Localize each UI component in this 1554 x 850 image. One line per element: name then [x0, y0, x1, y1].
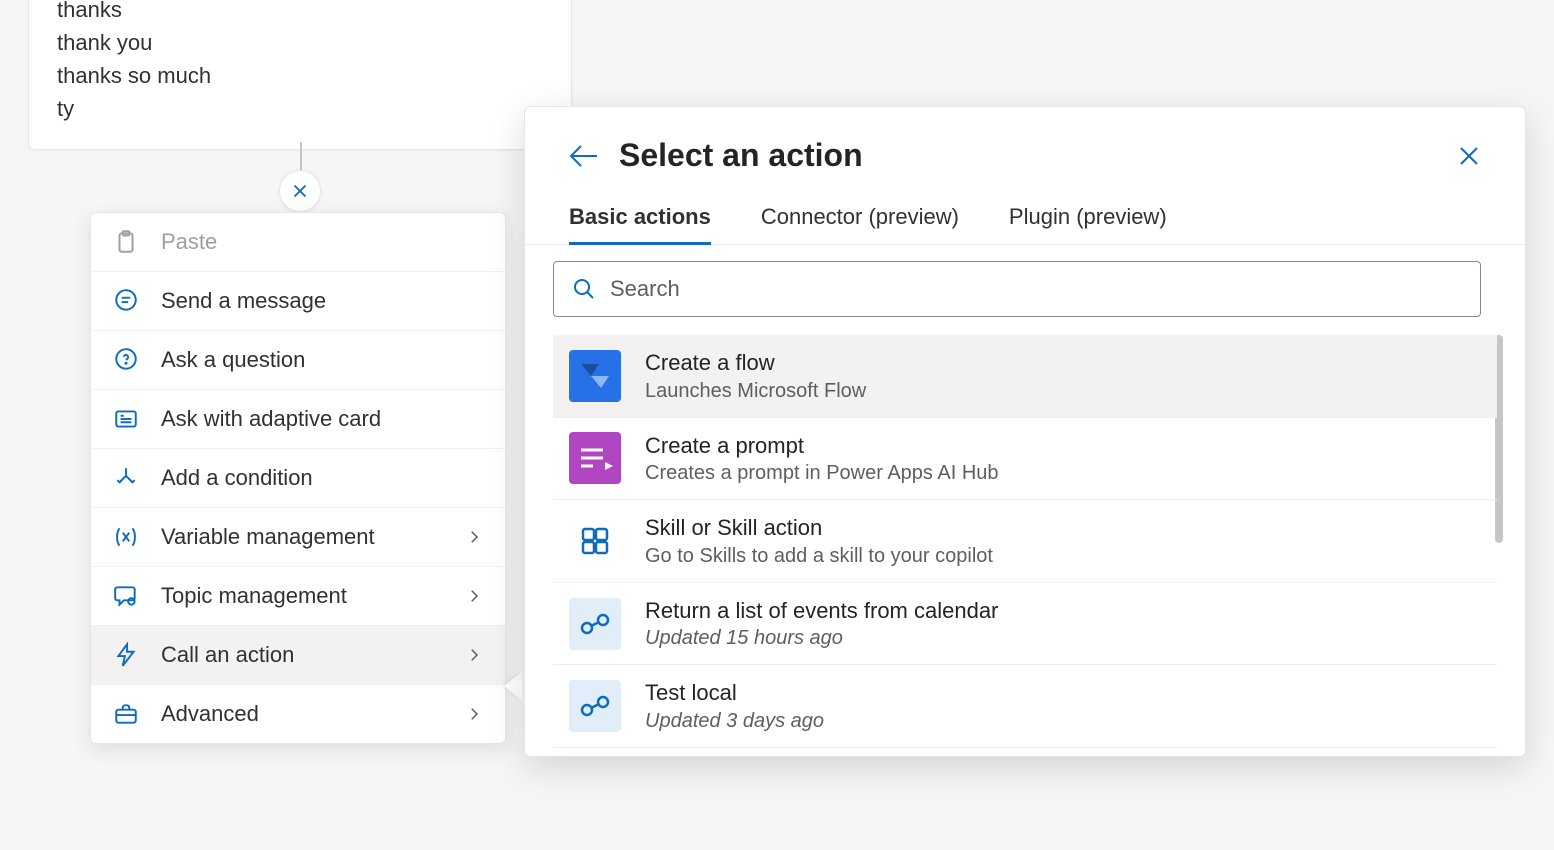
menu-item-call-action[interactable]: Call an action	[91, 626, 505, 685]
close-icon	[289, 180, 311, 202]
menu-item-variable-mgmt[interactable]: Variable management	[91, 508, 505, 567]
arrow-left-icon	[569, 144, 599, 168]
menu-item-add-condition[interactable]: Add a condition	[91, 449, 505, 508]
search-box[interactable]	[553, 261, 1481, 317]
action-create-prompt[interactable]: Create a prompt Creates a prompt in Powe…	[553, 418, 1497, 501]
back-button[interactable]	[569, 144, 599, 168]
flyout-pointer	[504, 672, 522, 700]
action-title: Create a flow	[645, 349, 866, 378]
chevron-right-icon	[465, 528, 483, 546]
menu-item-label: Send a message	[161, 288, 483, 314]
branch-icon	[113, 465, 139, 491]
close-icon	[1457, 144, 1481, 168]
flow-icon	[569, 350, 621, 402]
menu-item-label: Topic management	[161, 583, 465, 609]
clipboard-icon	[113, 229, 139, 255]
skill-icon	[569, 515, 621, 567]
gear-chat-icon	[113, 583, 139, 609]
action-create-flow[interactable]: Create a flow Launches Microsoft Flow	[553, 335, 1497, 418]
action-calendar-events[interactable]: Return a list of events from calendar Up…	[553, 583, 1497, 666]
menu-item-send-message[interactable]: Send a message	[91, 272, 505, 331]
chevron-right-icon	[465, 587, 483, 605]
chat-icon	[113, 288, 139, 314]
action-title: Skill or Skill action	[645, 514, 993, 543]
tab-plugin[interactable]: Plugin (preview)	[1009, 204, 1167, 244]
action-title: Return a list of events from calendar	[645, 597, 998, 626]
bolt-icon	[113, 642, 139, 668]
search-input[interactable]	[610, 276, 1462, 302]
chevron-right-icon	[465, 705, 483, 723]
menu-item-paste: Paste	[91, 213, 505, 272]
add-node-button[interactable]	[279, 170, 321, 212]
tab-connector[interactable]: Connector (preview)	[761, 204, 959, 244]
action-subtitle: Launches Microsoft Flow	[645, 380, 866, 403]
variable-icon	[113, 524, 139, 550]
menu-item-label: Advanced	[161, 701, 465, 727]
action-list: Create a flow Launches Microsoft Flow Cr…	[553, 335, 1497, 748]
panel-tabs: Basic actions Connector (preview) Plugin…	[525, 184, 1525, 245]
menu-item-label: Add a condition	[161, 465, 483, 491]
menu-item-topic-mgmt[interactable]: Topic management	[91, 567, 505, 626]
flow-small-icon	[569, 680, 621, 732]
action-subtitle: Go to Skills to add a skill to your copi…	[645, 545, 993, 568]
menu-item-ask-question[interactable]: Ask a question	[91, 331, 505, 390]
trigger-phrase: ty	[57, 92, 543, 125]
panel-title: Select an action	[619, 137, 863, 174]
trigger-phrase: thanks so much	[57, 59, 543, 92]
trigger-phrase: thank you	[57, 26, 543, 59]
menu-item-ask-adaptive[interactable]: Ask with adaptive card	[91, 390, 505, 449]
action-subtitle: Creates a prompt in Power Apps AI Hub	[645, 462, 999, 485]
menu-item-label: Ask with adaptive card	[161, 406, 483, 432]
action-title: Test local	[645, 679, 824, 708]
chevron-right-icon	[465, 646, 483, 664]
menu-item-label: Paste	[161, 229, 483, 255]
menu-item-label: Variable management	[161, 524, 465, 550]
menu-item-label: Ask a question	[161, 347, 483, 373]
trigger-phrases-card: thanks thank you thanks so much ty	[28, 0, 572, 150]
node-context-menu: Paste Send a message Ask a question Ask …	[90, 212, 506, 744]
action-subtitle: Updated 15 hours ago	[645, 627, 998, 650]
briefcase-icon	[113, 701, 139, 727]
flow-small-icon	[569, 598, 621, 650]
chat-question-icon	[113, 347, 139, 373]
menu-item-advanced[interactable]: Advanced	[91, 685, 505, 743]
menu-item-label: Call an action	[161, 642, 465, 668]
action-title: Create a prompt	[645, 432, 999, 461]
action-test-local[interactable]: Test local Updated 3 days ago	[553, 665, 1497, 748]
trigger-phrase: thanks	[57, 0, 543, 26]
close-button[interactable]	[1457, 144, 1481, 168]
card-icon	[113, 406, 139, 432]
prompt-icon	[569, 432, 621, 484]
action-subtitle: Updated 3 days ago	[645, 710, 824, 733]
action-skill[interactable]: Skill or Skill action Go to Skills to ad…	[553, 500, 1497, 583]
select-action-panel: Select an action Basic actions Connector…	[524, 106, 1526, 757]
tab-basic-actions[interactable]: Basic actions	[569, 204, 711, 244]
search-icon	[572, 277, 596, 301]
